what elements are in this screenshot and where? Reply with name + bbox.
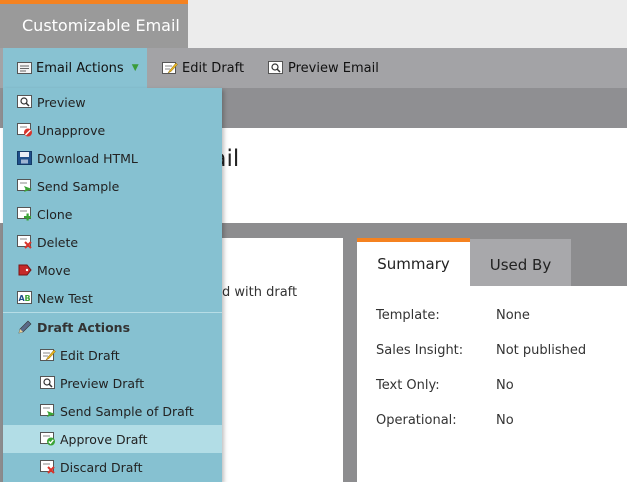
operational-label: Operational: bbox=[376, 413, 457, 428]
tab-summary-label: Summary bbox=[377, 255, 450, 273]
send-sample-draft-icon bbox=[40, 404, 56, 418]
download-html-icon bbox=[17, 151, 33, 165]
email-actions-menu: Preview Unapprove Download HTML Send Sam… bbox=[3, 88, 222, 482]
edit-draft-icon bbox=[40, 348, 56, 362]
tab-summary[interactable]: Summary bbox=[357, 238, 470, 286]
menu-item-preview-draft[interactable]: Preview Draft bbox=[3, 369, 222, 397]
delete-icon bbox=[17, 235, 33, 249]
preview-icon bbox=[17, 95, 33, 109]
edit-draft-label: Edit Draft bbox=[182, 60, 245, 76]
menu-item-label: Download HTML bbox=[37, 150, 138, 166]
menu-item-label: Move bbox=[37, 262, 71, 278]
menu-item-label: Send Sample of Draft bbox=[60, 403, 194, 419]
menu-item-send-sample[interactable]: Send Sample bbox=[3, 172, 222, 200]
menu-item-label: Discard Draft bbox=[60, 459, 143, 475]
draft-notice-text: d with draft bbox=[222, 285, 298, 300]
menu-item-label: Send Sample bbox=[37, 178, 120, 194]
menu-item-new-test[interactable]: AB New Test bbox=[3, 284, 222, 312]
discard-draft-icon bbox=[40, 460, 56, 474]
edit-draft-icon bbox=[162, 61, 178, 75]
send-sample-icon bbox=[17, 179, 33, 193]
menu-item-unapprove[interactable]: Unapprove bbox=[3, 116, 222, 144]
sales-insight-value: Not published bbox=[496, 343, 587, 358]
approve-draft-icon bbox=[40, 432, 56, 446]
top-tab-bar: Customizable Email bbox=[0, 0, 627, 48]
menu-item-approve-draft[interactable]: Approve Draft bbox=[3, 425, 222, 453]
app-tab[interactable]: Customizable Email bbox=[0, 0, 188, 48]
move-icon bbox=[17, 263, 33, 277]
tab-used-by[interactable]: Used By bbox=[470, 239, 571, 286]
app-title: Customizable Email bbox=[22, 16, 180, 35]
email-actions-button[interactable]: Email Actions ▼ bbox=[3, 48, 147, 88]
sales-insight-label: Sales Insight: bbox=[376, 343, 464, 358]
menu-item-delete[interactable]: Delete bbox=[3, 228, 222, 256]
menu-item-send-sample-draft[interactable]: Send Sample of Draft bbox=[3, 397, 222, 425]
preview-draft-icon bbox=[40, 376, 56, 390]
svg-text:B: B bbox=[25, 294, 31, 303]
unapprove-icon bbox=[17, 123, 33, 137]
operational-value: No bbox=[496, 413, 514, 428]
tab-used-by-label: Used By bbox=[489, 256, 552, 274]
email-icon bbox=[17, 62, 32, 74]
preview-email-button[interactable]: Preview Email bbox=[268, 48, 379, 88]
draft-actions-label: Draft Actions bbox=[37, 319, 131, 335]
menu-item-label: Delete bbox=[37, 234, 79, 250]
menu-item-discard-draft[interactable]: Discard Draft bbox=[3, 453, 222, 481]
draft-actions-header: Draft Actions bbox=[3, 313, 222, 341]
text-only-label: Text Only: bbox=[376, 378, 440, 393]
menu-item-clone[interactable]: Clone bbox=[3, 200, 222, 228]
menu-item-preview[interactable]: Preview bbox=[3, 88, 222, 116]
edit-draft-button[interactable]: Edit Draft bbox=[162, 48, 244, 88]
new-test-icon: AB bbox=[17, 291, 33, 305]
email-actions-label: Email Actions bbox=[36, 60, 124, 76]
clone-icon bbox=[17, 207, 33, 221]
menu-item-label: New Test bbox=[37, 290, 93, 306]
draft-notice-panel bbox=[205, 238, 343, 482]
menu-item-move[interactable]: Move bbox=[3, 256, 222, 284]
menu-item-label: Unapprove bbox=[37, 122, 106, 138]
menu-item-edit-draft[interactable]: Edit Draft bbox=[3, 341, 222, 369]
template-value: None bbox=[496, 308, 530, 323]
text-only-value: No bbox=[496, 378, 514, 393]
pencil-icon bbox=[17, 320, 33, 334]
chevron-down-icon: ▼ bbox=[131, 63, 139, 73]
menu-item-label: Edit Draft bbox=[60, 347, 120, 363]
menu-item-label: Clone bbox=[37, 206, 73, 222]
menu-item-download-html[interactable]: Download HTML bbox=[3, 144, 222, 172]
preview-email-label: Preview Email bbox=[288, 60, 379, 76]
menu-item-label: Preview bbox=[37, 94, 86, 110]
menu-item-label: Approve Draft bbox=[60, 431, 148, 447]
menu-item-label: Preview Draft bbox=[60, 375, 145, 391]
toolbar: Email Actions ▼ Edit Draft Preview Email bbox=[0, 48, 627, 88]
template-label: Template: bbox=[376, 308, 440, 323]
preview-icon bbox=[268, 61, 284, 75]
